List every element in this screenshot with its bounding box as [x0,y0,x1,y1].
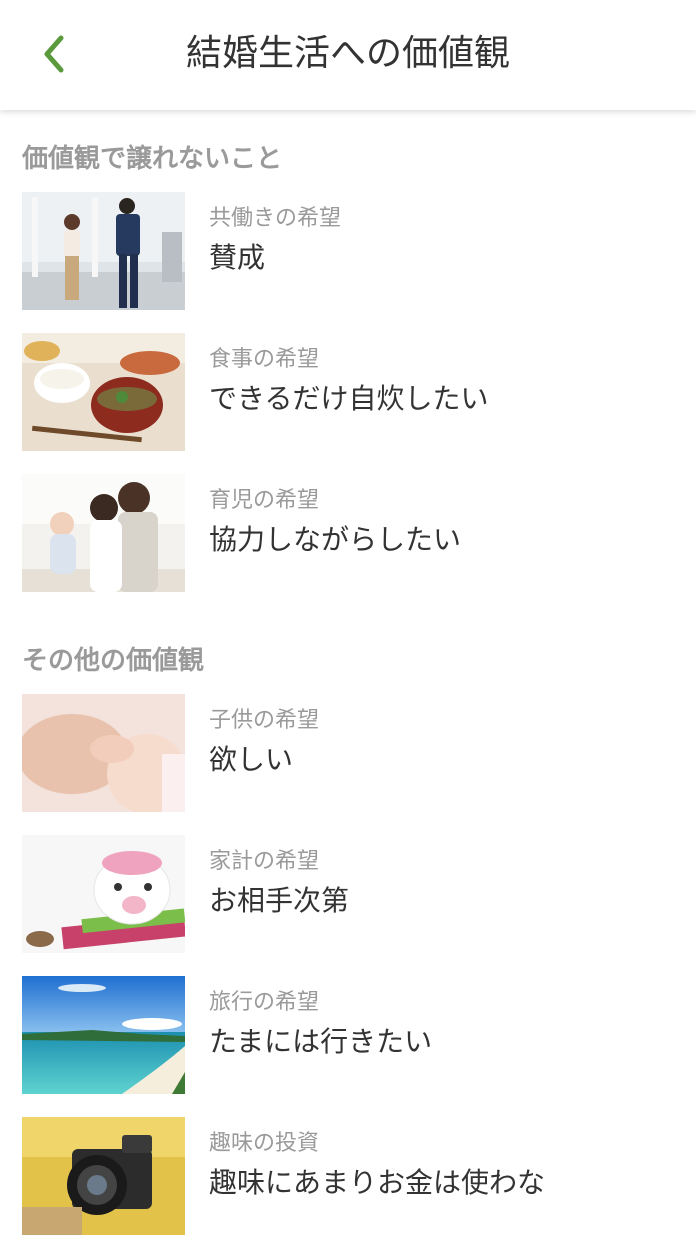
item-label: 育児の希望 [209,488,320,513]
item-label: 子供の希望 [209,708,320,733]
list-item-meals[interactable]: 食事の希望 できるだけ自炊したい [0,333,696,451]
item-value: 欲しい [209,743,294,776]
section-heading-other: その他の価値観 [22,646,205,676]
list-item-hobbies[interactable]: 趣味の投資 趣味にあまりお金は使わな [0,1117,696,1235]
item-label: 家計の希望 [209,849,320,874]
beach-photo [22,976,185,1094]
list-item-travel[interactable]: 旅行の希望 たまには行きたい [0,976,696,1094]
page-title: 結婚生活への価値観 [185,33,510,74]
item-value: できるだけ自炊したい [209,382,489,415]
back-button[interactable] [30,30,78,78]
camera-photo [22,1117,185,1235]
piggy-bank-photo [22,835,185,953]
item-value: たまには行きたい [209,1025,433,1058]
list-item-children[interactable]: 子供の希望 欲しい [0,694,696,812]
item-value: 協力しながらしたい [209,523,462,556]
item-value: 賛成 [209,241,266,274]
item-label: 共働きの希望 [209,206,342,231]
family-with-baby-photo [22,474,185,592]
list-item-finances[interactable]: 家計の希望 お相手次第 [0,835,696,953]
section-heading-essential: 価値観で譲れないこと [22,144,283,174]
app-header: 結婚生活への価値観 [0,0,696,110]
working-couple-photo [22,192,185,310]
japanese-meal-photo [22,333,185,451]
item-label: 食事の希望 [209,347,320,372]
item-label: 旅行の希望 [209,990,320,1015]
list-item-dual-income[interactable]: 共働きの希望 賛成 [0,192,696,310]
chevron-left-icon [44,35,64,73]
item-label: 趣味の投資 [209,1131,320,1156]
baby-hand-photo [22,694,185,812]
item-value: 趣味にあまりお金は使わな [209,1166,546,1199]
list-item-childcare[interactable]: 育児の希望 協力しながらしたい [0,474,696,592]
item-value: お相手次第 [209,884,350,917]
